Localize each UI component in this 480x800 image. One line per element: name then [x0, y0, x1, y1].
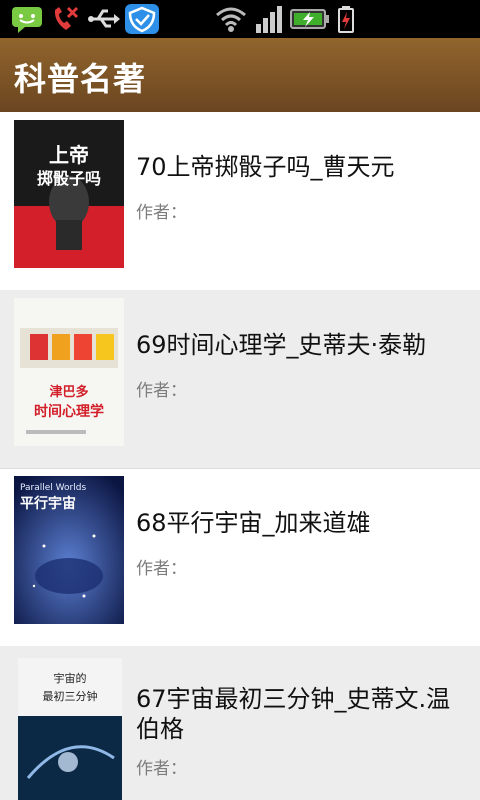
book-cover: 宇宙的 最初三分钟 — [18, 658, 122, 800]
charging-warning-icon — [338, 6, 354, 33]
book-title: 69时间心理学_史蒂夫·泰勒 — [136, 331, 427, 359]
book-cover: Parallel Worlds 平行宇宙 — [14, 476, 124, 624]
author-label: 作者： — [136, 559, 187, 579]
book-title: 68平行宇宙_加来道雄 — [136, 509, 371, 537]
page-title: 科普名著 — [14, 60, 147, 98]
author-label: 作者： — [136, 203, 187, 223]
shield-app-icon — [125, 4, 159, 34]
book-cover: 上帝 掷骰子吗 — [14, 120, 124, 268]
action-bar: 科普名著 — [0, 38, 480, 112]
svg-text:时间心理学: 时间心理学 — [34, 403, 104, 420]
book-list[interactable]: 上帝 掷骰子吗 70上帝掷骰子吗_曹天元 作者： 津巴多 时间心理学 69时间心… — [0, 112, 480, 800]
book-title: 67宇宙最初三分钟_史蒂文.温伯格 — [136, 685, 451, 743]
battery-icon — [290, 9, 329, 29]
list-item[interactable]: 上帝 掷骰子吗 70上帝掷骰子吗_曹天元 作者： — [0, 112, 480, 291]
author-label: 作者： — [136, 759, 187, 779]
status-bar — [0, 0, 480, 38]
wifi-icon — [216, 7, 246, 32]
usb-icon — [88, 9, 120, 28]
list-item[interactable]: Parallel Worlds 平行宇宙 68平行宇宙_加来道雄 作者： — [0, 468, 480, 647]
svg-text:上帝: 上帝 — [49, 143, 89, 167]
book-cover: 津巴多 时间心理学 — [14, 298, 124, 446]
svg-text:掷骰子吗: 掷骰子吗 — [37, 169, 101, 188]
svg-text:最初三分钟: 最初三分钟 — [43, 689, 98, 703]
signal-icon — [256, 6, 282, 33]
book-title: 70上帝掷骰子吗_曹天元 — [136, 153, 395, 181]
message-icon — [12, 7, 42, 33]
list-item[interactable]: 津巴多 时间心理学 69时间心理学_史蒂夫·泰勒 作者： — [0, 290, 480, 469]
author-label: 作者： — [136, 381, 187, 401]
svg-text:宇宙的: 宇宙的 — [54, 671, 87, 685]
missed-call-icon — [54, 6, 79, 30]
svg-text:Parallel Worlds: Parallel Worlds — [20, 483, 86, 493]
list-item[interactable]: 宇宙的 最初三分钟 67宇宙最初三分钟_史蒂文.温伯格 作者： — [0, 646, 480, 800]
svg-text:平行宇宙: 平行宇宙 — [20, 495, 76, 512]
svg-text:津巴多: 津巴多 — [49, 384, 88, 400]
